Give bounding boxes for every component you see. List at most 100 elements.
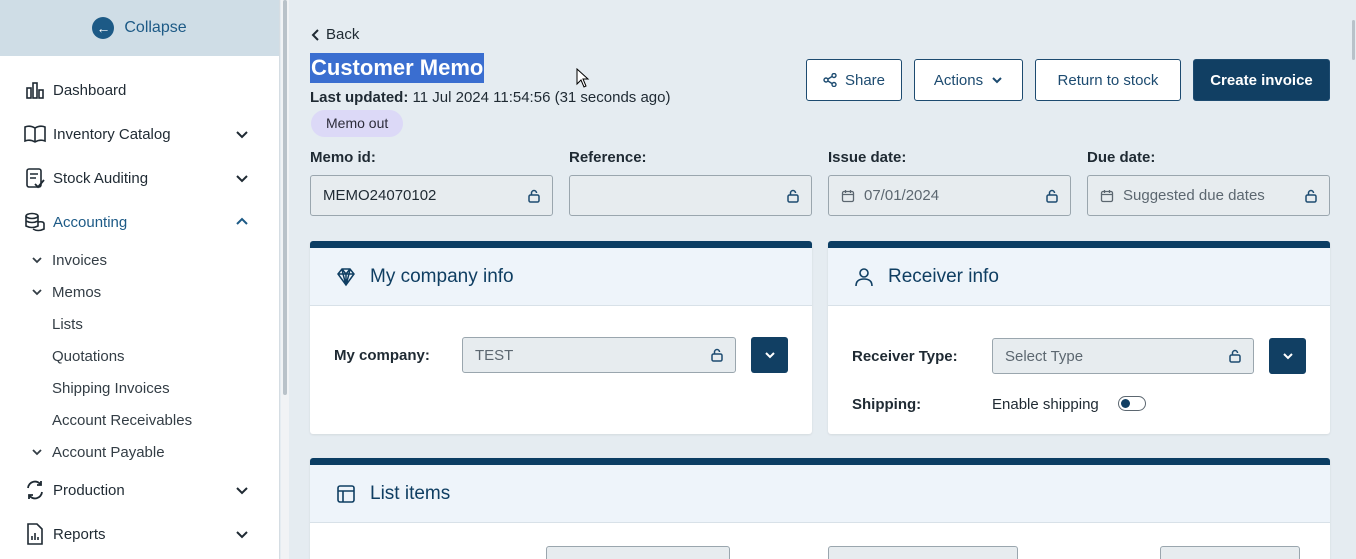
collapse-label: Collapse <box>124 19 187 36</box>
status-badge: Memo out <box>311 110 404 137</box>
chart-bar-icon <box>24 79 46 101</box>
company-info-header: My company info <box>310 248 812 306</box>
mouse-cursor-icon <box>576 68 590 88</box>
my-company-value: TEST <box>475 346 514 364</box>
actions-label: Actions <box>933 71 984 89</box>
page-scrollbar[interactable] <box>1350 0 1356 559</box>
chevron-up-icon <box>236 217 248 225</box>
report-chart-icon <box>24 523 46 545</box>
main-content: Back Customer Memo Last updated: 11 Jul … <box>290 0 1356 559</box>
coins-icon <box>24 211 46 233</box>
list-filter-field[interactable] <box>828 546 1018 559</box>
sidebar-item-label: Stock Auditing <box>53 169 149 187</box>
chevron-down-icon <box>1282 353 1293 360</box>
sidebar-subitem-account-payable[interactable]: Account Payable <box>0 436 279 468</box>
sidebar-item-label: Accounting <box>53 213 128 231</box>
back-label: Back <box>326 26 360 43</box>
table-icon <box>337 484 355 503</box>
sidebar-item-label: Dashboard <box>53 81 127 99</box>
sidebar-item-stock-auditing[interactable]: Stock Auditing <box>0 156 279 200</box>
last-updated-value: 11 Jul 2024 11:54:56 (31 seconds ago) <box>412 89 671 106</box>
list-filter-field[interactable] <box>546 546 730 559</box>
diamond-icon <box>337 267 355 286</box>
enable-shipping-toggle[interactable] <box>1118 396 1146 411</box>
chevron-down-icon <box>236 175 248 183</box>
chevron-down-icon <box>764 352 775 359</box>
sidebar-subitem-lists[interactable]: Lists <box>0 308 279 340</box>
lock-open-icon <box>528 189 540 203</box>
sidebar-scrollbar-thumb[interactable] <box>283 0 287 395</box>
receiver-info-card: Receiver info Receiver Type: Select Type… <box>828 241 1330 434</box>
list-filter-field[interactable] <box>1160 546 1300 559</box>
share-button[interactable]: Share <box>806 59 902 101</box>
sidebar-subitem-label: Invoices <box>52 251 108 269</box>
list-items-title: List items <box>370 482 451 504</box>
sidebar: ← Collapse Dashboard Inventory Catalog S… <box>0 0 280 559</box>
company-info-title: My company info <box>370 265 514 287</box>
sidebar-subitem-account-receivables[interactable]: Account Receivables <box>0 404 279 436</box>
share-label: Share <box>844 71 886 89</box>
receiver-type-placeholder: Select Type <box>1005 347 1084 365</box>
chevron-down-icon <box>32 289 42 296</box>
create-invoice-label: Create invoice <box>1210 71 1313 89</box>
memo-id-value: MEMO24070102 <box>323 187 437 204</box>
share-icon <box>823 73 837 87</box>
company-info-card: My company info My company: TEST <box>310 241 812 434</box>
memo-id-label: Memo id: <box>310 149 376 166</box>
sidebar-item-label: Reports <box>53 525 106 543</box>
memo-id-field[interactable]: MEMO24070102 <box>310 175 553 216</box>
my-company-dropdown-button[interactable] <box>751 337 788 373</box>
reference-field[interactable] <box>569 175 812 216</box>
list-items-header: List items <box>310 465 1330 523</box>
lock-open-icon <box>787 189 799 203</box>
due-date-label: Due date: <box>1087 149 1156 166</box>
due-date-field[interactable]: Suggested due dates <box>1087 175 1330 216</box>
issue-date-field[interactable]: 07/01/2024 <box>828 175 1071 216</box>
page-title: Customer Memo <box>310 53 485 83</box>
sidebar-item-inventory-catalog[interactable]: Inventory Catalog <box>0 112 279 156</box>
page-scrollbar-thumb[interactable] <box>1352 20 1355 60</box>
chevron-down-icon <box>236 531 248 539</box>
chevron-down-icon <box>992 77 1002 84</box>
back-link[interactable]: Back <box>310 26 359 43</box>
refresh-icon <box>24 479 46 501</box>
sidebar-item-label: Inventory Catalog <box>53 125 171 143</box>
sidebar-subitem-label: Lists <box>52 315 83 333</box>
sidebar-subitem-memos[interactable]: Memos <box>0 276 279 308</box>
lock-open-icon <box>1229 349 1241 363</box>
sidebar-item-reports[interactable]: Reports <box>0 512 279 556</box>
create-invoice-button[interactable]: Create invoice <box>1193 59 1330 101</box>
sidebar-subitem-label: Account Receivables <box>52 411 193 429</box>
sidebar-subitem-label: Account Payable <box>52 443 165 461</box>
sidebar-subitem-label: Quotations <box>52 347 125 365</box>
issue-date-value: 07/01/2024 <box>864 187 940 204</box>
actions-dropdown-button[interactable]: Actions <box>914 59 1023 101</box>
lock-open-icon <box>1046 189 1058 203</box>
list-items-card: List items <box>310 458 1330 559</box>
receiver-type-select[interactable]: Select Type <box>992 338 1254 374</box>
sidebar-subitem-quotations[interactable]: Quotations <box>0 340 279 372</box>
collapse-button[interactable]: ← Collapse <box>0 0 279 56</box>
shipping-label: Shipping: <box>852 396 922 413</box>
book-open-icon <box>24 123 46 145</box>
due-date-placeholder: Suggested due dates <box>1123 187 1265 204</box>
sidebar-item-production[interactable]: Production <box>0 468 279 512</box>
clipboard-check-icon <box>24 167 46 189</box>
sidebar-item-dashboard[interactable]: Dashboard <box>0 68 279 112</box>
calendar-icon <box>841 189 855 202</box>
sidebar-subitem-label: Shipping Invoices <box>52 379 170 397</box>
toggle-knob <box>1121 398 1130 408</box>
return-to-stock-button[interactable]: Return to stock <box>1035 59 1181 101</box>
sidebar-subitem-shipping-invoices[interactable]: Shipping Invoices <box>0 372 279 404</box>
enable-shipping-label: Enable shipping <box>992 396 1099 413</box>
sidebar-item-label: Production <box>53 481 125 499</box>
sidebar-subitem-invoices[interactable]: Invoices <box>0 244 279 276</box>
chevron-down-icon <box>236 131 248 139</box>
receiver-type-dropdown-button[interactable] <box>1269 338 1306 374</box>
sidebar-nav: Dashboard Inventory Catalog Stock Auditi… <box>0 56 279 556</box>
issue-date-label: Issue date: <box>828 149 907 166</box>
return-label: Return to stock <box>1057 71 1159 89</box>
chevron-down-icon <box>236 487 248 495</box>
my-company-field[interactable]: TEST <box>462 337 736 373</box>
sidebar-item-accounting[interactable]: Accounting <box>0 200 279 244</box>
